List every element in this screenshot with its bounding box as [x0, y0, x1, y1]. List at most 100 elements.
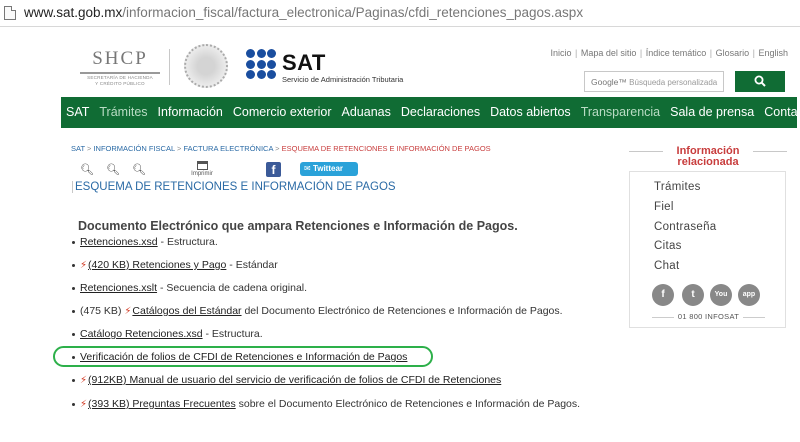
national-seal-icon — [184, 44, 228, 88]
breadcrumb-current: ESQUEMA DE RETENCIONES E INFORMACIÓN DE … — [281, 144, 491, 153]
item-suffix: - Estructura. — [157, 236, 218, 248]
link-retenciones-xsd[interactable]: Retenciones.xsd — [80, 236, 158, 248]
phone-number: 01 800 INFOSAT — [677, 312, 740, 321]
tweet-label: Twittear — [312, 164, 344, 173]
search-button[interactable] — [735, 71, 785, 92]
sidebar-item-chat[interactable]: Chat — [654, 260, 680, 272]
title-rule-left — [629, 151, 663, 152]
link-retenciones-xslt[interactable]: Retenciones.xslt — [80, 282, 157, 294]
sat-name[interactable]: SAT — [282, 52, 326, 74]
top-link-indice[interactable]: Índice temático — [646, 48, 707, 58]
facebook-icon[interactable]: f — [266, 162, 281, 177]
top-link-glosario[interactable]: Glosario — [716, 48, 750, 58]
item-prefix: (475 KB) — [80, 305, 125, 317]
nav-item-declaraciones[interactable]: Declaraciones — [396, 97, 485, 128]
nav-item-tramites[interactable]: Trámites — [94, 97, 152, 128]
link-preguntas-frecuentes[interactable]: (393 KB) Preguntas Frecuentes — [88, 398, 236, 410]
print-label: Imprimir — [191, 171, 213, 177]
list-item: ⚡︎(912KB) Manual de usuario del servicio… — [72, 374, 501, 386]
nav-item-informacion[interactable]: Información — [153, 97, 228, 128]
nav-item-aduanas[interactable]: Aduanas — [337, 97, 396, 128]
sat-dots-icon[interactable] — [246, 49, 276, 79]
pdf-icon: ⚡︎ — [80, 260, 88, 271]
sidebar-item-citas[interactable]: Citas — [654, 240, 682, 252]
pdf-icon: ⚡︎ — [80, 399, 88, 410]
shcp-logo[interactable]: SHCP SECRETARÍA DE HACIENDA Y CRÉDITO PÚ… — [80, 48, 160, 87]
search-input[interactable]: Google™ Búsqueda personalizada — [584, 71, 724, 92]
page-title: ESQUEMA DE RETENCIONES E INFORMACIÓN DE … — [72, 181, 402, 193]
url-host: www.sat.gob.mx — [24, 5, 123, 20]
bullet — [72, 332, 75, 336]
infosat-phone: 01 800 INFOSAT — [630, 312, 787, 321]
address-bar[interactable]: www.sat.gob.mx/informacion_fiscal/factur… — [0, 0, 800, 27]
printer-icon — [196, 161, 208, 170]
breadcrumb: SAT > INFORMACIÓN FISCAL > FACTURA ELECT… — [71, 144, 491, 153]
nav-item-contacto[interactable]: Contacto — [759, 97, 800, 128]
link-retenciones-y-pago[interactable]: (420 KB) Retenciones y Pago — [88, 259, 226, 271]
sidebar-title: Información relacionada — [629, 146, 787, 168]
breadcrumb-informacion-fiscal[interactable]: INFORMACIÓN FISCAL — [93, 144, 174, 153]
list-item: ⚡︎(393 KB) Preguntas Frecuentes sobre el… — [72, 398, 580, 410]
nav-item-datos-abiertos[interactable]: Datos abiertos — [485, 97, 576, 128]
top-links: Inicio | Mapa del sitio | Índice temátic… — [550, 48, 789, 58]
print-button[interactable]: Imprimir — [190, 161, 214, 177]
nav-item-comercio-exterior[interactable]: Comercio exterior — [228, 97, 337, 128]
item-suffix: sobre el Documento Electrónico de Retenc… — [235, 398, 581, 410]
search-placeholder: Búsqueda personalizada — [629, 78, 718, 87]
logo-divider — [169, 49, 170, 85]
top-link-english[interactable]: English — [758, 48, 788, 58]
related-info-box: Trámites Fiel Contraseña Citas Chat f t … — [629, 171, 786, 328]
link-catalogos-del-estandar[interactable]: Catálogos del Estándar — [132, 305, 241, 317]
bullet — [72, 309, 75, 313]
item-suffix: - Estructura. — [202, 328, 263, 340]
nav-item-transparencia[interactable]: Transparencia — [576, 97, 665, 128]
social-icons: f t You app — [652, 284, 764, 308]
sidebar-item-fiel[interactable]: Fiel — [654, 201, 674, 213]
search-icon — [754, 75, 766, 87]
top-link-mapa[interactable]: Mapa del sitio — [581, 48, 637, 58]
main-nav: SAT Trámites Información Comercio exteri… — [61, 97, 800, 128]
bullet — [72, 402, 75, 406]
list-item: ⚡︎(420 KB) Retenciones y Pago - Estándar — [72, 259, 278, 271]
link-catalogo-retenciones-xsd[interactable]: Catálogo Retenciones.xsd — [80, 328, 203, 340]
shcp-name: SHCP — [92, 48, 148, 69]
item-suffix: - Estándar — [226, 259, 278, 271]
sat-subtitle: Servicio de Administración Tributaria — [282, 75, 404, 84]
list-item: Retenciones.xslt - Secuencia de cadena o… — [72, 282, 307, 294]
list-item: Retenciones.xsd - Estructura. — [72, 236, 218, 248]
twitter-bird-icon: ✉︎ — [304, 164, 311, 173]
page-tools: 🔍︎ 🔍︎ 🔍︎ Imprimir f ✉︎ Twittear — [80, 160, 360, 182]
mobile-app-circle-icon[interactable]: app — [738, 284, 760, 306]
highlight-oval — [53, 346, 433, 367]
url-text[interactable]: www.sat.gob.mx/informacion_fiscal/factur… — [24, 5, 583, 20]
shcp-bar — [80, 72, 160, 74]
zoom-out-icon[interactable]: 🔍︎ — [80, 163, 94, 176]
bullet — [72, 263, 75, 267]
top-link-inicio[interactable]: Inicio — [551, 48, 572, 58]
phone-rule-left — [651, 316, 674, 318]
bullet — [72, 378, 75, 382]
breadcrumb-factura-electronica[interactable]: FACTURA ELECTRÓNICA — [183, 144, 273, 153]
url-path: /informacion_fiscal/factura_electronica/… — [122, 5, 584, 20]
nav-item-sat[interactable]: SAT — [61, 97, 94, 128]
item-suffix: del Documento Electrónico de Retenciones… — [241, 305, 563, 317]
zoom-reset-icon[interactable]: 🔍︎ — [106, 163, 120, 176]
sidebar-item-contrasena[interactable]: Contraseña — [654, 221, 716, 233]
item-suffix: - Secuencia de cadena original. — [157, 282, 308, 294]
sidebar-item-tramites[interactable]: Trámites — [654, 181, 701, 193]
breadcrumb-sat[interactable]: SAT — [71, 144, 85, 153]
google-label: Google™ — [591, 77, 627, 87]
link-manual-de-usuario[interactable]: (912KB) Manual de usuario del servicio d… — [88, 374, 501, 386]
sidebar-title-line-2: relacionada — [677, 156, 739, 168]
phone-rule-right — [743, 316, 766, 318]
twitter-circle-icon[interactable]: t — [682, 284, 704, 306]
facebook-circle-icon[interactable]: f — [652, 284, 674, 306]
youtube-circle-icon[interactable]: You — [710, 284, 732, 306]
nav-item-sala-de-prensa[interactable]: Sala de prensa — [665, 97, 759, 128]
title-rule-right — [753, 151, 787, 152]
shcp-sub-2: Y CRÉDITO PÚBLICO — [95, 81, 145, 86]
breadcrumb-sep: > — [273, 144, 282, 153]
tweet-button[interactable]: ✉︎ Twittear — [300, 162, 358, 176]
list-item: Catálogo Retenciones.xsd - Estructura. — [72, 328, 263, 340]
zoom-in-icon[interactable]: 🔍︎ — [132, 163, 146, 176]
